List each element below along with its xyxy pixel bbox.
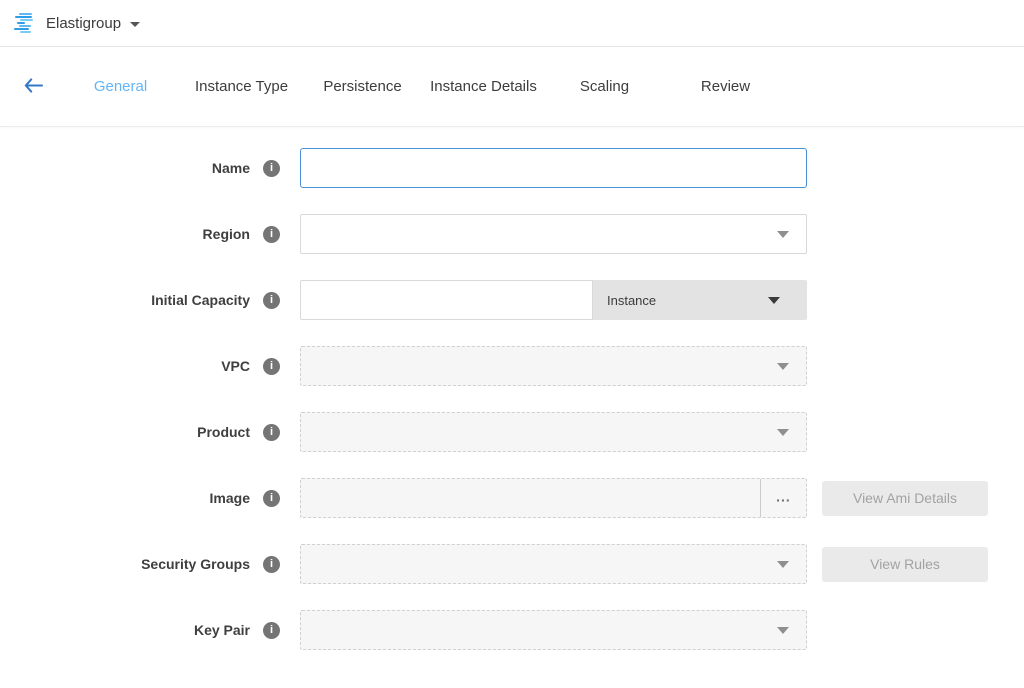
field-label-name: Name — [0, 160, 250, 176]
chevron-down-icon — [130, 22, 140, 27]
app-title: Elastigroup — [46, 15, 121, 32]
initial-capacity-input[interactable] — [300, 280, 593, 320]
view-ami-details-button[interactable]: View Ami Details — [822, 481, 988, 516]
tab-instance-type[interactable]: Instance Type — [181, 78, 302, 95]
chevron-down-icon — [777, 429, 789, 436]
info-icon[interactable]: i — [263, 226, 280, 243]
tab-review[interactable]: Review — [665, 78, 786, 95]
tab-instance-details[interactable]: Instance Details — [423, 78, 544, 95]
field-label-vpc: VPC — [0, 358, 250, 374]
form-row-vpc: VPC i — [0, 346, 1024, 386]
tab-scaling[interactable]: Scaling — [544, 78, 665, 95]
product-switcher[interactable]: Elastigroup — [46, 15, 140, 32]
wizard-tabbar: General Instance Type Persistence Instan… — [0, 47, 1024, 127]
form-row-product: Product i — [0, 412, 1024, 452]
wizard-tabs: General Instance Type Persistence Instan… — [60, 78, 786, 95]
info-icon[interactable]: i — [263, 424, 280, 441]
info-icon[interactable]: i — [263, 160, 280, 177]
app-header: Elastigroup — [0, 0, 1024, 47]
field-label-key-pair: Key Pair — [0, 622, 250, 638]
capacity-unit-select[interactable]: Instance — [593, 280, 807, 320]
form-row-key-pair: Key Pair i — [0, 610, 1024, 650]
elastigroup-logo-icon — [14, 12, 36, 34]
chevron-down-icon — [777, 363, 789, 370]
field-label-security-groups: Security Groups — [0, 556, 250, 572]
view-rules-button[interactable]: View Rules — [822, 547, 988, 582]
chevron-down-icon — [777, 231, 789, 238]
security-groups-select — [300, 544, 807, 584]
tab-general[interactable]: General — [60, 78, 181, 95]
image-picker-field: ... — [300, 478, 807, 518]
chevron-down-icon — [777, 627, 789, 634]
field-label-product: Product — [0, 424, 250, 440]
info-icon[interactable]: i — [263, 292, 280, 309]
field-label-image: Image — [0, 490, 250, 506]
form-row-region: Region i — [0, 214, 1024, 254]
name-input[interactable] — [300, 148, 807, 188]
region-select[interactable] — [300, 214, 807, 254]
back-button[interactable] — [22, 76, 45, 98]
chevron-down-icon — [777, 561, 789, 568]
form-row-image: Image i ... View Ami Details — [0, 478, 1024, 518]
field-label-region: Region — [0, 226, 250, 242]
vpc-select — [300, 346, 807, 386]
general-settings-form: Name i Region i Initial Capacity i — [0, 127, 1024, 650]
ellipsis-browse-icon: ... — [761, 489, 806, 505]
form-row-security-groups: Security Groups i View Rules — [0, 544, 1024, 584]
form-row-name: Name i — [0, 148, 1024, 188]
info-icon[interactable]: i — [263, 622, 280, 639]
capacity-unit-value: Instance — [607, 293, 656, 308]
tab-persistence[interactable]: Persistence — [302, 78, 423, 95]
app-root: Elastigroup General Instance Type Persis… — [0, 0, 1024, 650]
info-icon[interactable]: i — [263, 490, 280, 507]
product-select — [300, 412, 807, 452]
field-label-initial-capacity: Initial Capacity — [0, 292, 250, 308]
back-arrow-icon — [24, 78, 43, 96]
chevron-down-icon — [768, 297, 780, 304]
form-row-initial-capacity: Initial Capacity i Instance — [0, 280, 1024, 320]
info-icon[interactable]: i — [263, 358, 280, 375]
info-icon[interactable]: i — [263, 556, 280, 573]
key-pair-select — [300, 610, 807, 650]
